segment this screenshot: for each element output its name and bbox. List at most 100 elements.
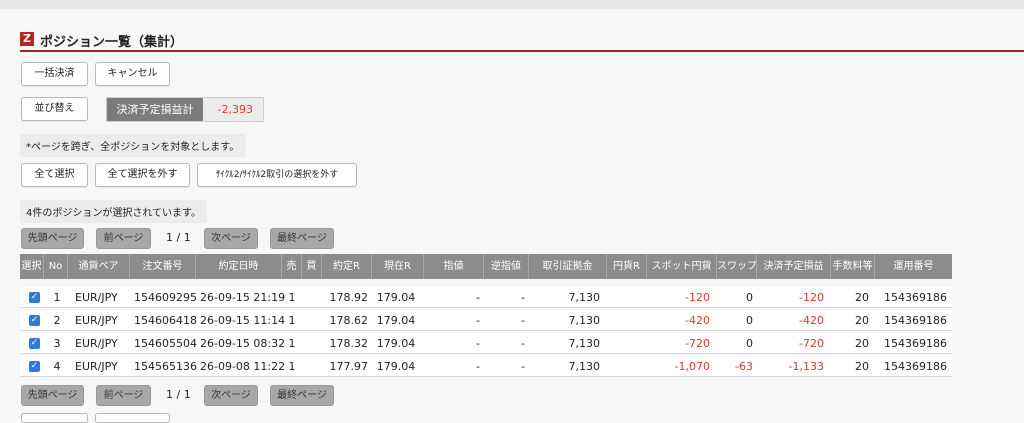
col-jpy-rate: 円貨R [607, 254, 647, 279]
table-row[interactable]: ✓ 1 EUR/JPY 154609295 26-09-15 21:19 1 1… [20, 287, 952, 308]
col-limit: 指値 [424, 254, 484, 279]
cell-limit: - [476, 337, 480, 350]
cell-settlement-pl: -720 [799, 337, 824, 350]
cell-sell: 1 [288, 314, 296, 327]
cell-operation-no: 154369186 [884, 291, 947, 304]
cell-stop: - [521, 291, 525, 304]
cell-spot-jpy: -120 [685, 291, 710, 304]
cell-current-rate: 179.04 [376, 314, 416, 327]
cell-margin: 7,130 [568, 337, 601, 350]
cell-pair: EUR/JPY [75, 314, 118, 327]
col-exec-rate: 約定R [322, 254, 372, 279]
cancel-button[interactable]: キャンセル [95, 62, 170, 86]
selected-count-note: 4件のポジションが選択されています。 [20, 200, 208, 223]
positions-table-header: 選択 No 通貨ペア 注文番号 約定日時 売 買 約定R 現在R 指値 逆指値 … [20, 254, 952, 279]
last-page-button-bottom[interactable]: 最終ページ [270, 385, 334, 406]
cell-current-rate: 179.04 [376, 337, 416, 350]
row-checkbox[interactable]: ✓ [29, 361, 40, 372]
cell-swap: 0 [746, 337, 753, 350]
cell-no: 3 [53, 337, 61, 350]
cell-settlement-pl: -420 [799, 314, 824, 327]
deselect-all-button[interactable]: 全て選択を外す [95, 163, 190, 187]
cell-order-no: 154565136 [134, 360, 197, 373]
col-settlement-pl: 決済予定損益 [757, 254, 831, 279]
col-sell: 売 [282, 254, 302, 279]
col-exec-datetime: 約定日時 [196, 254, 282, 279]
cell-buy [302, 333, 322, 354]
cell-buy [302, 310, 322, 331]
col-select: 選択 [20, 254, 44, 279]
cell-exec-rate: 178.32 [329, 337, 369, 350]
deselect-cycle-button[interactable]: ｻｲｸﾙ2/ｻｲｸﾙ2取引の選択を外す [197, 163, 357, 187]
first-page-button[interactable]: 先頭ページ [21, 228, 84, 249]
cell-stop: - [521, 360, 525, 373]
col-operation-no: 運用番号 [893, 261, 934, 272]
cell-datetime: 26-09-15 21:19 [200, 291, 286, 304]
page-indicator-bottom: 1 / 1 [166, 388, 191, 401]
cell-sell: 1 [288, 291, 296, 304]
row-checkbox[interactable]: ✓ [29, 315, 40, 326]
table-row[interactable]: ✓ 2 EUR/JPY 154606418 26-09-15 11:14 1 1… [20, 310, 952, 331]
col-spot-jpy: スポット円貨 [647, 254, 717, 279]
col-margin: 取引証拠金 [529, 254, 607, 279]
cell-limit: - [476, 360, 480, 373]
cell-operation-no: 154369186 [884, 337, 947, 350]
cell-swap: 0 [746, 314, 753, 327]
first-page-button-bottom[interactable]: 先頭ページ [21, 385, 84, 406]
table-row[interactable]: ✓ 4 EUR/JPY 154565136 26-09-08 11:22 1 1… [20, 356, 952, 377]
col-fee: 手数料等 [831, 254, 875, 279]
prev-page-button[interactable]: 前ページ [96, 228, 151, 249]
table-row[interactable]: ✓ 3 EUR/JPY 154605504 26-09-15 08:32 1 1… [20, 333, 952, 354]
select-all-button[interactable]: 全て選択 [21, 163, 88, 187]
cell-settlement-pl: -1,133 [788, 360, 824, 373]
settlement-pl-label: 決済予定損益計 [107, 98, 203, 121]
cell-pair: EUR/JPY [75, 360, 118, 373]
z-logo-icon: Z [20, 32, 34, 46]
settlement-pl-summary: 決済予定損益計 -2,393 [106, 97, 264, 122]
col-pair: 通貨ペア [68, 254, 130, 279]
next-page-button-bottom[interactable]: 次ページ [204, 385, 258, 406]
col-buy: 買 [302, 254, 322, 279]
cell-fee: 20 [855, 314, 869, 327]
cell-jpy-rate [607, 356, 643, 377]
cell-buy [302, 287, 322, 308]
cell-stop: - [521, 314, 525, 327]
cell-fee: 20 [855, 291, 869, 304]
col-stop: 逆指値 [484, 254, 529, 279]
cell-margin: 7,130 [568, 291, 601, 304]
bulk-settle-button[interactable]: 一括決済 [21, 62, 88, 86]
cell-order-no: 154606418 [134, 314, 197, 327]
cell-datetime: 26-09-15 11:14 [200, 314, 286, 327]
cell-spot-jpy: -720 [685, 337, 710, 350]
next-page-button[interactable]: 次ページ [204, 228, 258, 249]
row-checkbox[interactable]: ✓ [29, 338, 40, 349]
cell-limit: - [476, 291, 480, 304]
row-checkbox[interactable]: ✓ [29, 292, 40, 303]
cell-jpy-rate [607, 287, 643, 308]
cell-current-rate: 179.04 [376, 360, 416, 373]
settlement-pl-value: -2,393 [217, 103, 253, 116]
bulk-settle-button-bottom[interactable] [21, 413, 88, 423]
cell-no: 4 [53, 360, 61, 373]
col-no: No [44, 254, 68, 279]
cell-no: 2 [53, 314, 61, 327]
cell-datetime: 26-09-15 08:32 [200, 337, 286, 350]
sort-button[interactable]: 並び替え [21, 97, 88, 121]
cell-buy [302, 356, 322, 377]
cancel-button-bottom[interactable] [95, 413, 170, 423]
cell-swap: 0 [746, 291, 753, 304]
cell-pair: EUR/JPY [75, 291, 118, 304]
col-swap: スワップ [717, 254, 757, 279]
cell-limit: - [476, 314, 480, 327]
cell-jpy-rate [607, 333, 643, 354]
page-title: ポジション一覧（集計） [40, 35, 184, 50]
cell-operation-no: 154369186 [884, 360, 947, 373]
cell-spot-jpy: -420 [685, 314, 710, 327]
cell-stop: - [521, 337, 525, 350]
last-page-button[interactable]: 最終ページ [270, 228, 334, 249]
cell-settlement-pl: -120 [799, 291, 824, 304]
cell-pair: EUR/JPY [75, 337, 118, 350]
prev-page-button-bottom[interactable]: 前ページ [96, 385, 151, 406]
cell-spot-jpy: -1,070 [674, 360, 710, 373]
cell-sell: 1 [288, 360, 296, 373]
